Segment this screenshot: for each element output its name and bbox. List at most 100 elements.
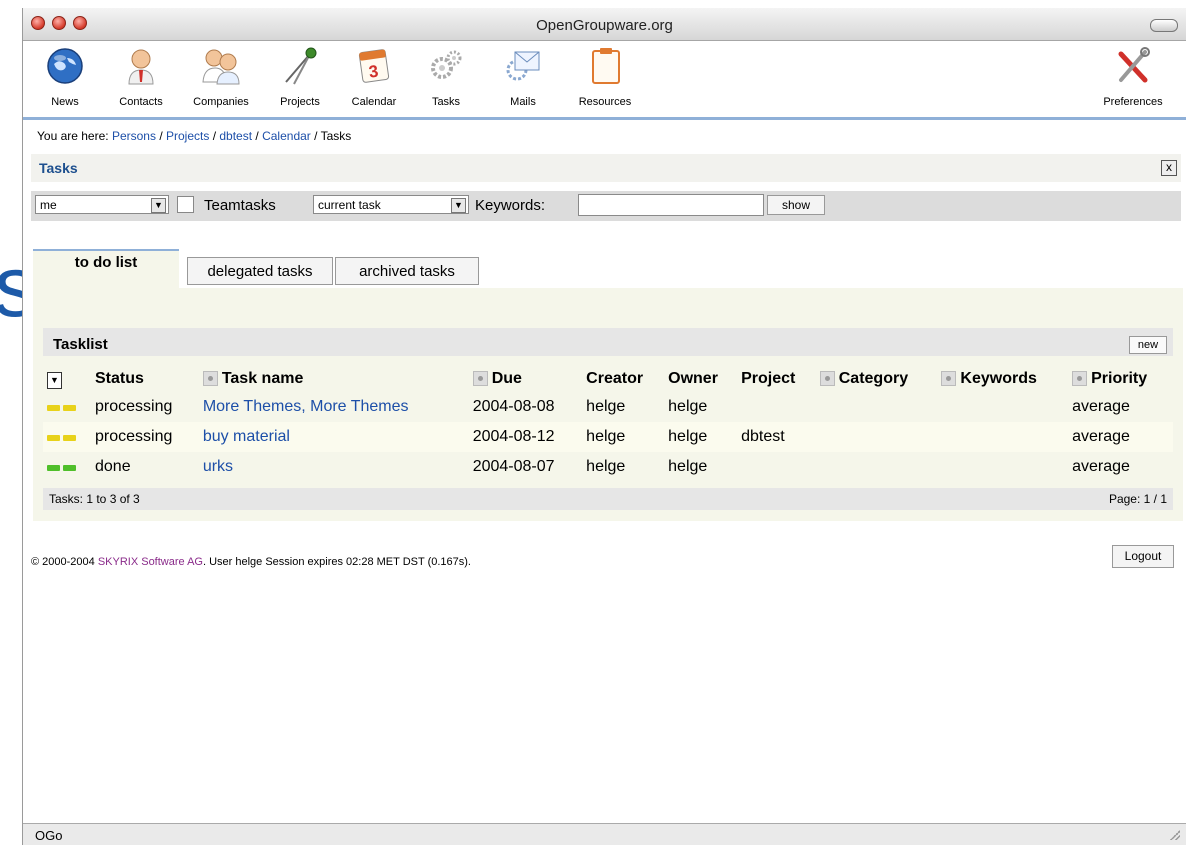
toolbar-toggle-button[interactable] — [1150, 19, 1178, 32]
table-header-row: ▼ Status Task name Due Creator Owner Pro… — [43, 366, 1173, 392]
column-label: Task name — [221, 370, 304, 387]
breadcrumb-separator: / — [209, 129, 220, 143]
table-row: processing buy material 2004-08-12 helge… — [43, 422, 1173, 452]
breadcrumb-link-dbtest[interactable]: dbtest — [219, 129, 252, 143]
breadcrumb: You are here: Persons / Projects / dbtes… — [37, 129, 351, 143]
tab-to-do-list[interactable]: to do list — [33, 249, 179, 291]
task-mode-select[interactable]: current task ▼ — [313, 195, 469, 214]
breadcrumb-separator: / — [155, 129, 166, 143]
category-cell — [816, 392, 938, 422]
resize-grip-icon[interactable] — [1170, 830, 1180, 840]
toolbar-label: News — [51, 96, 79, 108]
breadcrumb-separator: / — [252, 129, 263, 143]
news-globe-icon — [45, 46, 85, 86]
copyright-suffix: . User helge Session expires 02:28 MET D… — [202, 556, 471, 568]
chevron-down-icon: ▼ — [151, 198, 166, 213]
creator-cell: helge — [586, 458, 626, 475]
toolbar-companies[interactable]: Companies — [183, 46, 259, 108]
toolbar-contacts[interactable]: Contacts — [109, 46, 173, 108]
tasks-table: ▼ Status Task name Due Creator Owner Pro… — [43, 366, 1173, 482]
mails-envelope-icon — [503, 46, 543, 86]
company-link[interactable]: SKYRIX Software AG — [98, 556, 203, 568]
column-category[interactable]: Category — [816, 366, 938, 392]
tasklist-panel: Tasklist new ▼ Status Task name Due Crea… — [33, 288, 1183, 521]
priority-cell: average — [1072, 398, 1130, 415]
breadcrumb-link-calendar[interactable]: Calendar — [262, 129, 311, 143]
category-cell — [815, 422, 938, 452]
toolbar-tasks[interactable]: Tasks — [423, 46, 469, 108]
breadcrumb-link-persons[interactable]: Persons — [112, 129, 156, 143]
teamtasks-checkbox[interactable] — [177, 196, 194, 213]
category-cell — [816, 452, 938, 482]
close-icon[interactable]: x — [1161, 160, 1177, 176]
breadcrumb-current: Tasks — [320, 129, 352, 143]
toolbar-label: Resources — [578, 96, 632, 108]
keywords-cell — [937, 392, 1068, 422]
keywords-cell — [937, 452, 1068, 482]
sort-icon — [941, 371, 957, 387]
priority-cell: average — [1068, 422, 1173, 452]
keywords-input[interactable] — [578, 194, 764, 216]
table-row: processing More Themes, More Themes 2004… — [43, 392, 1173, 422]
column-task-name[interactable]: Task name — [199, 366, 469, 392]
task-name-link[interactable]: More Themes, More Themes — [199, 392, 469, 422]
toolbar-news[interactable]: News — [43, 46, 87, 108]
tab-delegated-tasks[interactable]: delegated tasks — [187, 257, 333, 285]
project-cell — [737, 452, 816, 482]
breadcrumb-link-projects[interactable]: Projects — [166, 129, 209, 143]
toolbar-calendar[interactable]: 3 Calendar — [343, 46, 405, 108]
sort-icon — [819, 371, 835, 387]
column-label: Category — [838, 370, 909, 387]
creator-cell: helge — [582, 422, 665, 452]
task-count: Tasks: 1 to 3 of 3 — [49, 492, 140, 506]
toolbar-label: Tasks — [431, 96, 461, 108]
page-indicator: Page: 1 / 1 — [1108, 492, 1167, 506]
column-keywords[interactable]: Keywords — [937, 366, 1068, 392]
toolbar-resources[interactable]: Resources — [569, 46, 641, 108]
tasklist-footer: Tasks: 1 to 3 of 3 Page: 1 / 1 — [43, 488, 1173, 510]
keywords-cell — [937, 422, 1069, 452]
status-indicator-icon — [43, 422, 91, 452]
creator-cell: helge — [586, 398, 626, 415]
toolbar-label: Contacts — [119, 96, 163, 108]
column-project[interactable]: Project — [737, 366, 816, 392]
status-cell: processing — [91, 422, 199, 452]
preferences-tools-icon — [1113, 46, 1153, 86]
calendar-icon: 3 — [354, 46, 394, 86]
column-label: Keywords — [960, 370, 1037, 387]
status-cell: done — [95, 458, 131, 475]
status-indicator-icon — [43, 392, 91, 422]
toolbar-preferences[interactable]: Preferences — [1093, 46, 1173, 108]
toolbar-label: Calendar — [351, 96, 397, 108]
column-sort-toggle[interactable]: ▼ — [43, 366, 91, 392]
status-cell: processing — [95, 398, 173, 415]
status-indicator-icon — [43, 452, 91, 482]
toolbar-label: Companies — [193, 96, 249, 108]
column-owner[interactable]: Owner — [664, 366, 737, 392]
show-button[interactable]: show — [767, 195, 825, 215]
sort-icon — [472, 371, 488, 387]
resources-clipboard-icon — [585, 46, 625, 86]
tab-archived-tasks[interactable]: archived tasks — [335, 257, 479, 285]
owner-cell: helge — [668, 398, 708, 415]
owner-select-value: me — [40, 198, 57, 212]
project-cell: dbtest — [737, 422, 816, 452]
column-status[interactable]: Status — [91, 366, 199, 392]
column-due[interactable]: Due — [469, 366, 582, 392]
logout-button[interactable]: Logout — [1112, 545, 1174, 568]
column-priority[interactable]: Priority — [1068, 366, 1173, 392]
new-task-button[interactable]: new — [1129, 336, 1167, 354]
column-creator[interactable]: Creator — [582, 366, 664, 392]
copyright-prefix: © 2000-2004 — [31, 556, 98, 568]
task-name-link[interactable]: buy material — [198, 422, 469, 452]
toolbar-label: Projects — [280, 96, 320, 108]
title-bar: OpenGroupware.org — [23, 8, 1186, 41]
tasklist-header: Tasklist new — [43, 328, 1173, 356]
owner-select[interactable]: me ▼ — [35, 195, 169, 214]
toolbar-projects[interactable]: Projects — [271, 46, 329, 108]
app-toolbar: News Contacts Companies Projects 3 Calen… — [23, 41, 1186, 120]
task-mode-value: current task — [318, 198, 381, 212]
column-label: Due — [491, 370, 522, 387]
toolbar-mails[interactable]: Mails — [501, 46, 545, 108]
task-name-link[interactable]: urks — [199, 452, 469, 482]
